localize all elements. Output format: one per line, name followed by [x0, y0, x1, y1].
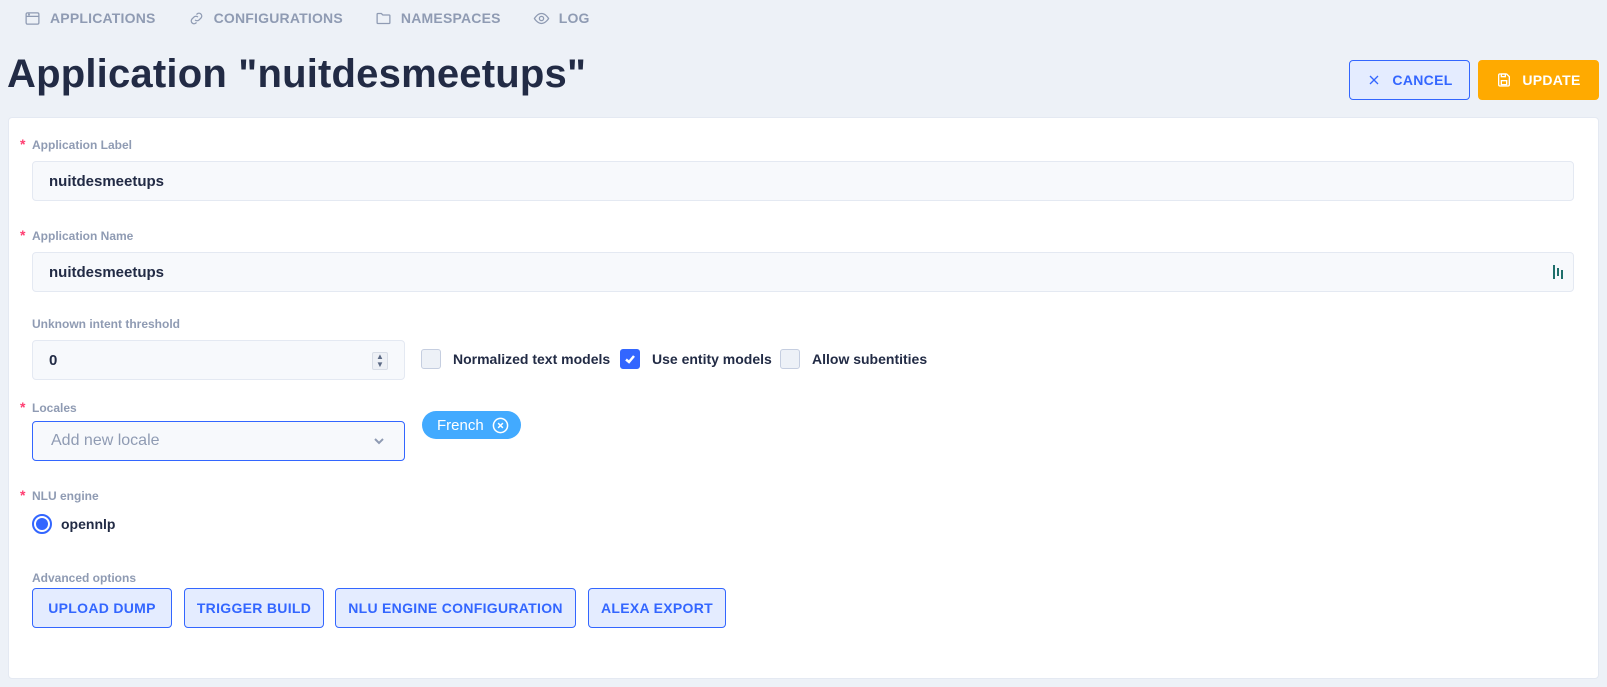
threshold-field-label: Unknown intent threshold — [32, 317, 180, 331]
nlu-engine-configuration-button-label: NLU ENGINE CONFIGURATION — [348, 600, 563, 616]
threshold-value: 0 — [49, 351, 58, 369]
use-entity-models-checkbox[interactable]: Use entity models — [620, 349, 772, 369]
normalized-text-models-label: Normalized text models — [453, 351, 611, 367]
password-manager-icon[interactable] — [1553, 265, 1565, 279]
nav-log-label: LOG — [558, 10, 590, 26]
folder-icon — [376, 12, 391, 24]
threshold-input[interactable]: 0 ▲ ▼ — [32, 340, 405, 380]
app-name-input[interactable]: nuitdesmeetups — [32, 252, 1574, 292]
nlu-engine-option-label: opennlp — [61, 516, 116, 532]
link-icon — [190, 12, 202, 24]
cancel-button[interactable]: CANCEL — [1349, 60, 1470, 100]
trigger-build-button-label: TRIGGER BUILD — [196, 600, 312, 616]
update-button[interactable]: UPDATE — [1478, 60, 1599, 100]
checkbox-box[interactable] — [620, 349, 640, 369]
cancel-button-label: CANCEL — [1392, 72, 1453, 88]
alexa-export-button[interactable]: ALEXA EXPORT — [588, 588, 726, 628]
checkbox-box[interactable] — [780, 349, 800, 369]
chevron-down-icon — [374, 438, 384, 445]
nlu-engine-configuration-button[interactable]: NLU ENGINE CONFIGURATION — [335, 588, 576, 628]
locale-tag-label: French — [437, 416, 484, 434]
locale-select[interactable]: Add new locale — [32, 421, 405, 461]
checkmark-icon — [625, 355, 635, 364]
upload-dump-button[interactable]: UPLOAD DUMP — [32, 588, 172, 628]
nav-applications-label: APPLICATIONS — [50, 10, 156, 26]
nav-namespaces[interactable]: NAMESPACES — [375, 10, 501, 27]
required-asterisk: * — [20, 399, 26, 415]
app-label-input[interactable]: nuitdesmeetups — [32, 161, 1574, 201]
required-asterisk: * — [20, 136, 26, 152]
app-name-field-label: Application Name — [32, 229, 134, 243]
required-asterisk: * — [20, 487, 26, 503]
save-icon — [1498, 73, 1511, 87]
app-name-value: nuitdesmeetups — [49, 263, 165, 281]
eye-icon — [533, 12, 550, 24]
checkbox-box[interactable] — [421, 349, 441, 369]
allow-subentities-checkbox[interactable]: Allow subentities — [780, 349, 927, 369]
close-icon — [1369, 75, 1379, 85]
advanced-options-label: Advanced options — [32, 571, 137, 585]
nav-configurations-label: CONFIGURATIONS — [213, 10, 343, 26]
locale-select-placeholder: Add new locale — [51, 432, 160, 449]
trigger-build-button[interactable]: TRIGGER BUILD — [184, 588, 324, 628]
allow-subentities-label: Allow subentities — [812, 351, 928, 367]
nav-log[interactable]: LOG — [533, 10, 590, 27]
stepper-down-icon[interactable]: ▼ — [376, 361, 384, 369]
nav-configurations[interactable]: CONFIGURATIONS — [188, 10, 343, 27]
remove-circle-icon[interactable] — [492, 417, 509, 434]
app-label-field-label: Application Label — [32, 138, 133, 152]
radio-indicator[interactable] — [32, 514, 52, 534]
normalized-text-models-checkbox[interactable]: Normalized text models — [421, 349, 610, 369]
number-stepper[interactable]: ▲ ▼ — [372, 352, 388, 370]
page-title: Application "nuitdesmeetups" — [7, 52, 587, 96]
update-button-label: UPDATE — [1522, 72, 1581, 88]
nav-applications[interactable]: APPLICATIONS — [24, 10, 156, 27]
use-entity-models-label: Use entity models — [652, 351, 772, 367]
nav-namespaces-label: NAMESPACES — [400, 10, 501, 26]
application-form-card: * Application Label nuitdesmeetups * App… — [8, 117, 1599, 679]
nlu-engine-field-label: NLU engine — [32, 489, 99, 503]
required-asterisk: * — [20, 227, 26, 243]
app-label-value: nuitdesmeetups — [49, 172, 165, 190]
alexa-export-button-label: ALEXA EXPORT — [601, 600, 713, 616]
nlu-engine-radio-opennlp[interactable]: opennlp — [32, 514, 115, 534]
locale-tag-french: French — [422, 411, 521, 439]
upload-dump-button-label: UPLOAD DUMP — [48, 600, 156, 616]
top-nav: APPLICATIONS CONFIGURATIONS NAMESPACES L… — [24, 0, 590, 36]
browser-window-icon — [25, 11, 40, 25]
locales-field-label: Locales — [32, 401, 77, 415]
